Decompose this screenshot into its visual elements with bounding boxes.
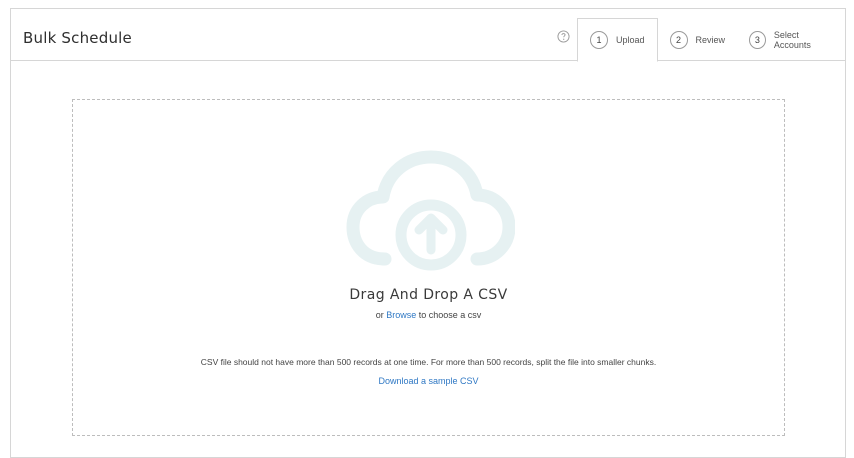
step-label: Review: [695, 34, 726, 45]
panel-header: Bulk Schedule 1 Upload 2 Review 3 Select…: [11, 9, 845, 62]
step-review[interactable]: 2 Review: [658, 18, 738, 61]
browse-line: or Browse to choose a csv: [73, 310, 784, 320]
browse-prefix: or: [375, 310, 384, 320]
question-circle-icon[interactable]: [557, 30, 570, 43]
step-select-accounts[interactable]: 3 Select Accounts: [737, 18, 845, 61]
csv-limit-note: CSV file should not have more than 500 r…: [200, 357, 657, 367]
bulk-schedule-panel: Bulk Schedule 1 Upload 2 Review 3 Select…: [10, 8, 846, 458]
step-label: Select Accounts: [773, 29, 811, 50]
page-title: Bulk Schedule: [23, 29, 132, 47]
csv-dropzone[interactable]: Drag And Drop A CSV or Browse to choose …: [72, 99, 785, 436]
browse-suffix: to choose a csv: [418, 310, 482, 320]
browse-link[interactable]: Browse: [386, 310, 416, 320]
step-number: 2: [669, 30, 688, 49]
download-sample-link[interactable]: Download a sample CSV: [378, 376, 478, 386]
wizard-steps: 1 Upload 2 Review 3 Select Accounts: [577, 18, 845, 62]
step-upload[interactable]: 1 Upload: [577, 18, 658, 62]
step-label: Upload: [616, 35, 645, 45]
sample-csv-row: Download a sample CSV: [73, 376, 784, 386]
cloud-upload-icon: [346, 150, 515, 271]
header-divider: [11, 60, 845, 61]
dropzone-title: Drag And Drop A CSV: [349, 287, 508, 303]
step-number: 1: [590, 31, 608, 49]
step-number: 3: [749, 30, 766, 49]
